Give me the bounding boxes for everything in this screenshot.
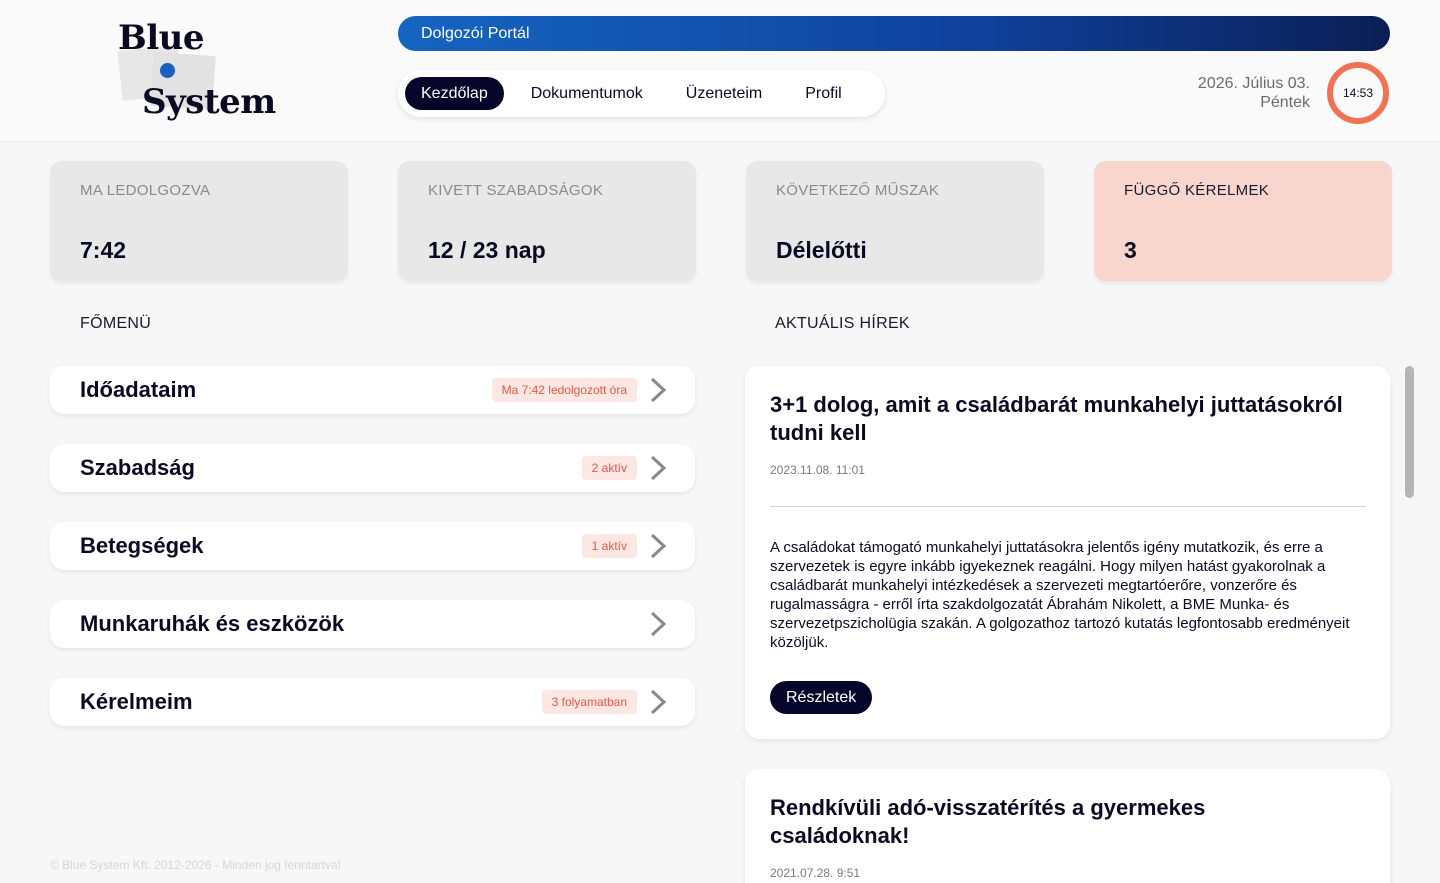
stat-value: Délelőtti (776, 237, 867, 263)
date-text: 2026. Július 03. (1197, 75, 1310, 92)
clock-time: 14:53 (1342, 86, 1374, 100)
logo-word-system: System (142, 82, 276, 122)
portal-title-bar: Dolgozói Portál (398, 16, 1390, 51)
news-title[interactable]: 3+1 dolog, amit a családbarát munkahelyi… (770, 391, 1370, 447)
menu-item-label: Betegségek (80, 533, 204, 558)
chevron-right-icon (650, 611, 667, 637)
menu-item-time-data[interactable]: Időadataim Ma 7:42 ledolgozott óra (50, 366, 695, 414)
menu-item-label: Szabadság (80, 455, 195, 480)
company-logo[interactable]: Blue System (112, 18, 282, 128)
menu-item-requests[interactable]: Kérelmeim 3 folyamatban (50, 678, 695, 726)
header: Blue System Dolgozói Portál Kezdőlap Dok… (0, 0, 1440, 142)
menu-item-workwear-tools[interactable]: Munkaruhák és eszközök (50, 600, 695, 648)
chevron-right-icon (650, 689, 667, 715)
footer-copyright: © Blue System Kft. 2012-2026 - Minden jo… (50, 858, 341, 872)
stat-label: KÖVETKEZŐ MŰSZAK (776, 182, 940, 199)
main-menu-title: FŐMENÜ (80, 315, 152, 332)
chevron-right-icon (650, 377, 667, 403)
stat-card-pending-requests[interactable]: FÜGGŐ KÉRELMEK 3 (1094, 161, 1392, 281)
stat-value: 3 (1124, 237, 1137, 263)
news-timestamp: 2023.11.08. 11:01 (770, 463, 865, 477)
stat-card-leave-taken: KIVETT SZABADSÁGOK 12 / 23 nap (398, 161, 696, 281)
current-date: 2026. Július 03. Péntek (1198, 74, 1310, 112)
stat-value: 7:42 (80, 237, 127, 263)
stat-label: FÜGGŐ KÉRELMEK (1124, 182, 1270, 199)
chevron-right-icon (650, 533, 667, 559)
menu-item-label: Munkaruhák és eszközök (80, 611, 345, 636)
weekday-text: Péntek (1260, 94, 1310, 111)
status-badge: 1 aktív (581, 534, 637, 558)
tab-messages[interactable]: Üzeneteim (670, 77, 778, 110)
news-title[interactable]: Rendkívüli adó-visszatérítés a gyermekes… (770, 794, 1290, 850)
clock-widget: 14:53 (1326, 61, 1390, 125)
stat-card-worked-today: MA LEDOLGOZVA 7:42 (50, 161, 348, 281)
menu-item-leave[interactable]: Szabadság 2 aktív (50, 444, 695, 492)
tab-documents[interactable]: Dokumentumok (515, 77, 659, 110)
news-timestamp: 2021.07.28. 9:51 (770, 866, 861, 880)
news-body: A családokat támogató munkahelyi juttatá… (770, 539, 1350, 651)
menu-item-sickness[interactable]: Betegségek 1 aktív (50, 522, 695, 570)
stat-label: MA LEDOLGOZVA (80, 182, 211, 199)
tab-profile[interactable]: Profil (789, 77, 857, 110)
status-badge: 3 folyamatban (541, 690, 637, 714)
stat-value: 12 / 23 nap (428, 237, 546, 263)
main-navigation: Kezdőlap Dokumentumok Üzeneteim Profil (398, 70, 885, 117)
chevron-right-icon (650, 455, 667, 481)
news-card: 3+1 dolog, amit a családbarát munkahelyi… (745, 366, 1390, 739)
news-section-title: AKTUÁLIS HÍREK (775, 315, 910, 332)
logo-word-blue: Blue (118, 18, 205, 58)
divider (770, 506, 1366, 507)
status-badge: 2 aktív (581, 456, 637, 480)
logo-dot (160, 63, 175, 78)
news-card: Rendkívüli adó-visszatérítés a gyermekes… (745, 769, 1390, 883)
news-scrollbar[interactable] (1405, 366, 1414, 498)
stat-card-next-shift: KÖVETKEZŐ MŰSZAK Délelőtti (746, 161, 1044, 281)
menu-item-label: Kérelmeim (80, 689, 193, 714)
stat-label: KIVETT SZABADSÁGOK (428, 182, 604, 199)
details-button[interactable]: Részletek (770, 681, 873, 714)
status-badge: Ma 7:42 ledolgozott óra (491, 378, 637, 402)
tab-home[interactable]: Kezdőlap (405, 77, 504, 110)
menu-item-label: Időadataim (80, 377, 197, 402)
